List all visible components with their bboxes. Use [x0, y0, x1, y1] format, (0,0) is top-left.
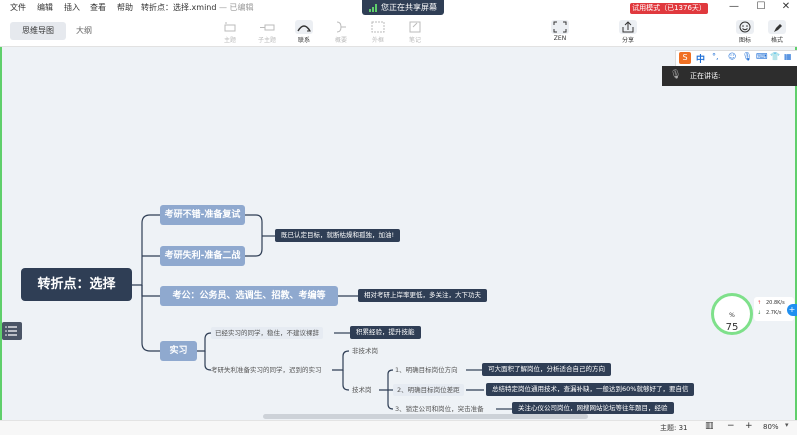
download-arrow-icon: ↓ [757, 310, 762, 316]
branch-shixi[interactable]: 实习 [160, 341, 197, 361]
upload-arrow-icon: ↑ [757, 300, 762, 306]
sub-tech[interactable]: 技术岗 [352, 385, 372, 395]
punct-icon[interactable]: °, [712, 52, 719, 61]
speed-gauge[interactable]: 75% [711, 293, 753, 335]
step-2[interactable]: 2、明确目标岗位差距 [393, 384, 464, 396]
topic-count: 主题: 31 [660, 424, 688, 432]
branch-kaoyan-erzhan[interactable]: 考研失利-准备二战 [160, 246, 245, 266]
horizontal-scrollbar[interactable] [263, 414, 588, 419]
note-kaoyan[interactable]: 既已认定目标，就断枯燥和孤独，加油! [275, 229, 401, 242]
chevron-down-icon[interactable]: ▾ [785, 421, 789, 429]
note-shixi-b1[interactable]: 可大面积了解岗位，分析适合自己的方向 [482, 363, 611, 376]
sub-done-intern[interactable]: 已经实习的同学，稳住，不建议裸辞 [211, 327, 323, 339]
gauge-value: 75% [725, 312, 739, 333]
note-shixi-b3[interactable]: 关注心仪公司岗位，网搜网站论坛等往年题目，经验 [512, 402, 674, 414]
mic-icon[interactable]: 🎙 [742, 52, 752, 61]
sub-prep-intern[interactable]: 考研失利准备实习的同学，迟到的实习 [211, 365, 322, 375]
download-speed: 2.7K/s [766, 310, 782, 316]
zoom-out-icon[interactable]: − [727, 421, 735, 431]
note-shixi-a[interactable]: 积累经验，提升技能 [350, 326, 421, 339]
zoom-in-icon[interactable]: + [745, 421, 753, 431]
voice-mic-icon: 🎙 [670, 70, 682, 80]
outline-toggle-icon[interactable] [2, 322, 22, 340]
voice-status: 正在讲话: [690, 72, 721, 80]
branch-kaogong[interactable]: 考公：公务员、选调生、招教、考编等 [160, 286, 338, 306]
emoji-icon[interactable]: ☺ [728, 52, 736, 61]
note-shixi-b2[interactable]: 总结特定岗位通用技术，查漏补缺，一般达到60%就够好了，要自信 [486, 383, 695, 396]
step-3[interactable]: 3、锁定公司和岗位，突击准备 [395, 404, 484, 414]
sub-non-tech[interactable]: 非技术岗 [352, 346, 378, 356]
expand-plus-icon[interactable]: + [787, 304, 797, 316]
branch-kaoyan-fushi[interactable]: 考研不错-准备复试 [160, 205, 245, 225]
keyboard-icon[interactable]: ⌨ [756, 52, 768, 61]
zoom-level[interactable]: 80% [763, 423, 779, 431]
step-1[interactable]: 1、明确目标岗位方向 [395, 365, 458, 375]
map-icon[interactable]: ▥ [705, 421, 714, 431]
ime-mode[interactable]: 中 [696, 52, 705, 65]
voice-panel: 🎙 正在讲话: [662, 66, 797, 86]
upload-speed: 20.8K/s [766, 300, 785, 306]
root-topic[interactable]: 转折点：选择 [21, 268, 132, 301]
shirt-icon[interactable]: 👕 [770, 52, 780, 61]
grid-icon[interactable]: ▦ [784, 52, 792, 61]
note-kaogong[interactable]: 相对考研上岸率更低，多关注，大下功夫 [358, 289, 487, 302]
sogou-logo-icon: S [679, 52, 691, 64]
